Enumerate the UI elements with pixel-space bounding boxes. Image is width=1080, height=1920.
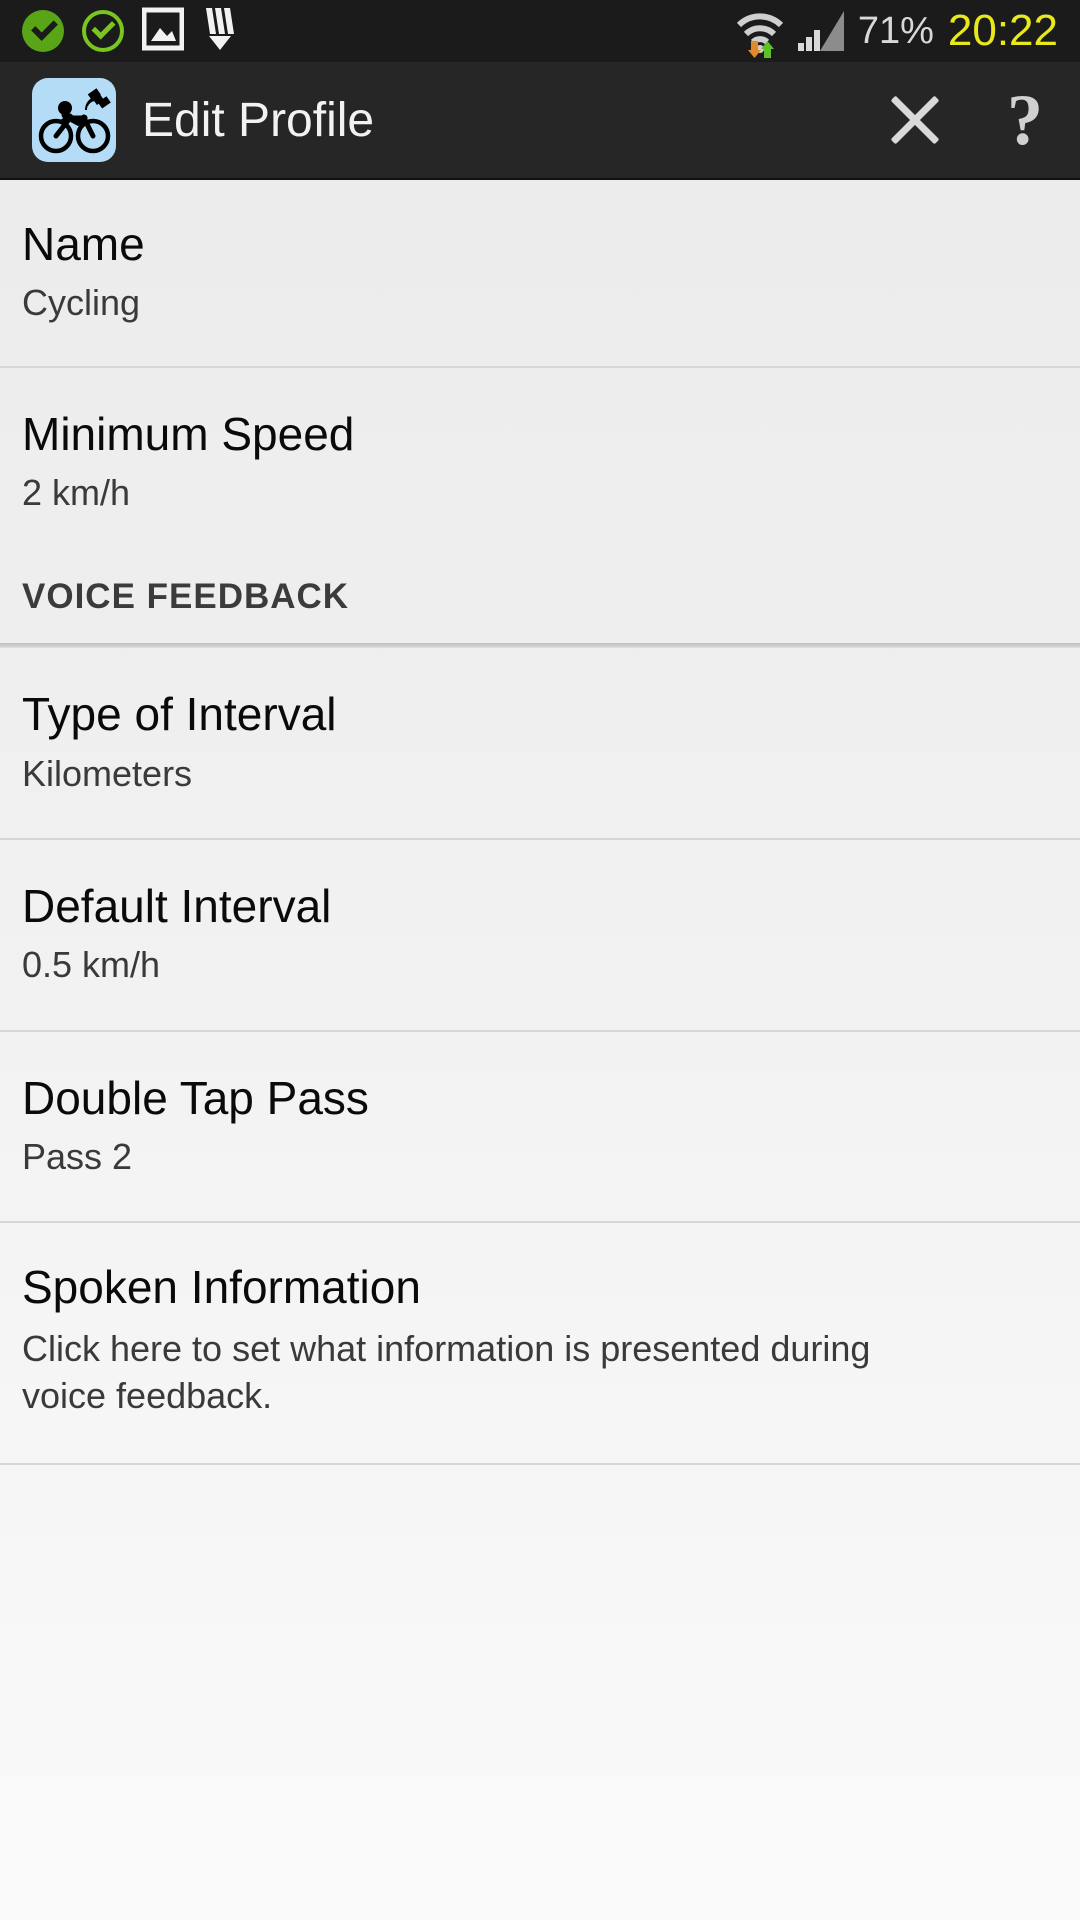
list-item-name[interactable]: Name Cycling [0, 180, 1080, 366]
status-bar-clock: 20:22 [947, 6, 1058, 55]
check-outline-icon [82, 10, 124, 52]
list-item-subtitle: Kilometers [22, 752, 193, 794]
cycling-gps-app-icon[interactable] [32, 78, 116, 162]
list-item-subtitle: 0.5 km/h [22, 944, 161, 986]
list-item-type-of-interval[interactable]: Type of Interval Kilometers [0, 648, 1080, 838]
divider [0, 1463, 1080, 1466]
wifi-icon [734, 8, 786, 58]
help-button[interactable]: ? [970, 61, 1080, 179]
pencil-download-icon [202, 6, 238, 57]
image-icon [141, 7, 185, 56]
section-header-voice-feedback: VOICE FEEDBACK [0, 543, 1080, 643]
list-item-title: Type of Interval [22, 688, 337, 741]
cellular-signal-icon [794, 9, 850, 53]
list-item-title: Minimum Speed [22, 407, 355, 460]
list-item-subtitle: Click here to set what information is pr… [22, 1327, 871, 1416]
list-item-title: Name [22, 218, 145, 270]
list-item-default-interval[interactable]: Default Interval 0.5 km/h [0, 840, 1080, 1030]
list-item-subtitle: Pass 2 [22, 1136, 133, 1178]
close-button[interactable] [860, 61, 970, 179]
battery-percentage: 71% [857, 9, 934, 52]
list-item-subtitle: 2 km/h [22, 471, 131, 513]
app-screen: 71% 20:22 Edit Profile ? Name Cycling Mi… [0, 0, 1080, 1920]
list-item-title: Double Tap Pass [22, 1071, 369, 1124]
list-item-spoken-information[interactable]: Spoken Information Click here to set wha… [0, 1223, 1080, 1463]
action-bar-buttons: ? [860, 61, 1080, 179]
status-bar-system-icons: 71% 20:22 [734, 6, 1080, 58]
check-filled-icon [22, 10, 64, 52]
page-title: Edit Profile [142, 93, 375, 147]
list-item-double-tap-pass[interactable]: Double Tap Pass Pass 2 [0, 1032, 1080, 1222]
status-bar: 71% 20:22 [0, 0, 1080, 62]
action-bar: Edit Profile ? [0, 62, 1080, 180]
close-icon [887, 92, 943, 148]
list-item-title: Spoken Information [22, 1261, 421, 1314]
help-question-mark-icon: ? [1007, 80, 1043, 160]
settings-list: Name Cycling Minimum Speed 2 km/h VOICE … [0, 180, 1080, 1920]
status-bar-notification-icons [0, 6, 238, 57]
section-header-label: VOICE FEEDBACK [22, 577, 350, 617]
list-item-minimum-speed[interactable]: Minimum Speed 2 km/h [0, 368, 1080, 544]
list-item-title: Default Interval [22, 880, 332, 933]
list-item-subtitle: Cycling [22, 282, 141, 324]
